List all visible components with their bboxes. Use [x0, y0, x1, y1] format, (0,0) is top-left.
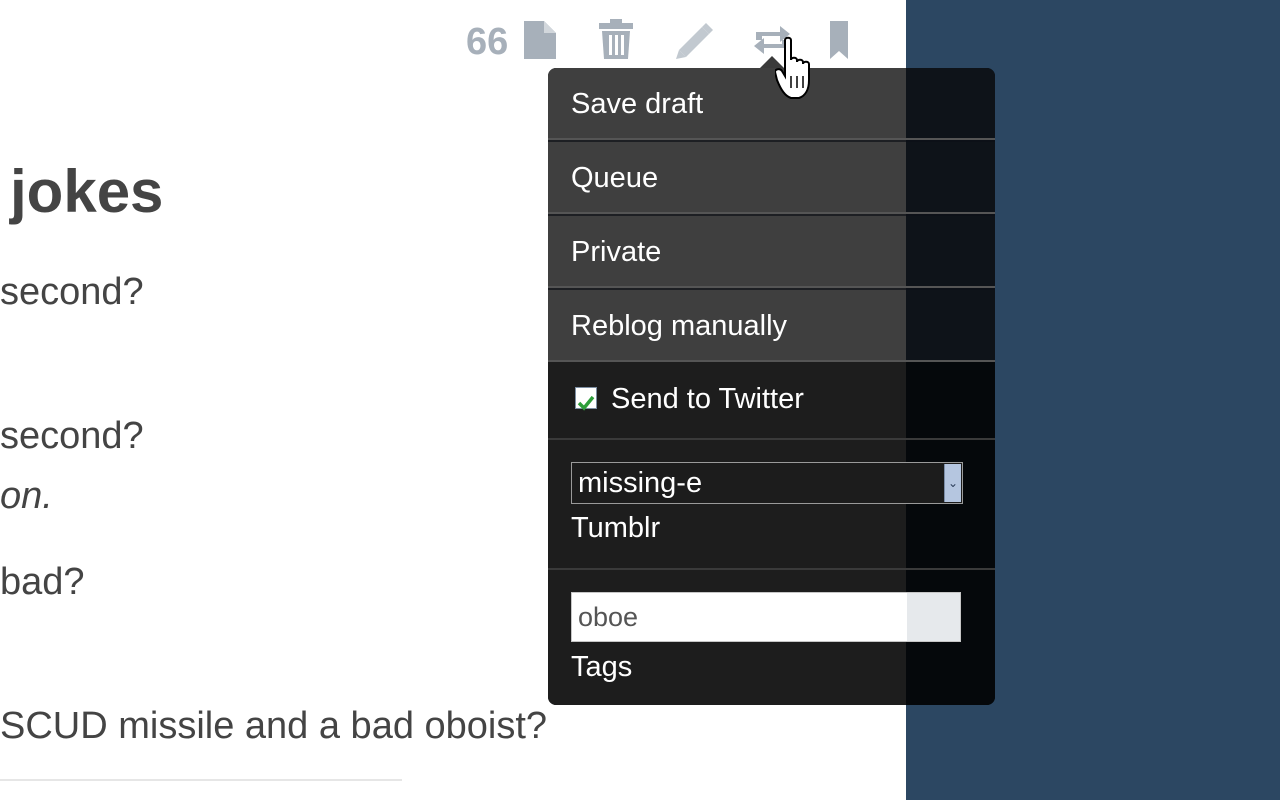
tags-label: Tags	[571, 651, 633, 683]
post-divider	[0, 779, 402, 781]
blog-select-label: Tumblr	[571, 512, 661, 544]
reblog-options-menu: Save draft Queue Private Reblog manually…	[548, 68, 995, 705]
send-to-twitter-label: Send to Twitter	[611, 383, 804, 415]
blog-select-value: missing-e	[578, 467, 703, 499]
bookmark-icon[interactable]	[828, 19, 850, 66]
post-text-line: second?	[0, 271, 144, 313]
save-draft-button[interactable]: Save draft	[548, 68, 995, 140]
private-button[interactable]: Private	[548, 216, 995, 288]
post-text-line: on.	[0, 475, 53, 517]
private-label: Private	[571, 236, 662, 268]
post-text-line: second?	[0, 415, 144, 457]
queue-button[interactable]: Queue	[548, 142, 995, 214]
notes-file-icon[interactable]	[522, 19, 558, 66]
send-to-twitter-row[interactable]: Send to Twitter	[548, 362, 995, 438]
edit-pencil-icon[interactable]	[674, 18, 714, 65]
delete-trash-icon[interactable]	[598, 18, 634, 65]
checkmark-icon	[577, 395, 595, 411]
send-to-twitter-checkbox[interactable]	[575, 387, 597, 411]
menu-divider	[548, 138, 995, 140]
blog-select-section: missing-e ⌄ Tumblr	[548, 440, 995, 568]
post-title: jokes	[10, 158, 164, 225]
queue-label: Queue	[571, 162, 659, 194]
note-count[interactable]: 66	[466, 20, 508, 64]
save-draft-label: Save draft	[571, 88, 704, 120]
menu-divider	[548, 286, 995, 288]
reblog-manually-label: Reblog manually	[571, 310, 788, 342]
post-text-line: SCUD missile and a bad oboist?	[0, 705, 548, 747]
blog-select-dropdown[interactable]: missing-e ⌄	[571, 462, 963, 504]
chevron-down-icon[interactable]: ⌄	[944, 464, 961, 502]
hand-cursor-icon	[773, 36, 819, 113]
post-text-line: bad?	[0, 561, 85, 603]
menu-divider	[548, 212, 995, 214]
reblog-manually-button[interactable]: Reblog manually	[548, 290, 995, 362]
tags-input[interactable]	[571, 592, 961, 642]
tags-section: Tags	[548, 570, 995, 705]
